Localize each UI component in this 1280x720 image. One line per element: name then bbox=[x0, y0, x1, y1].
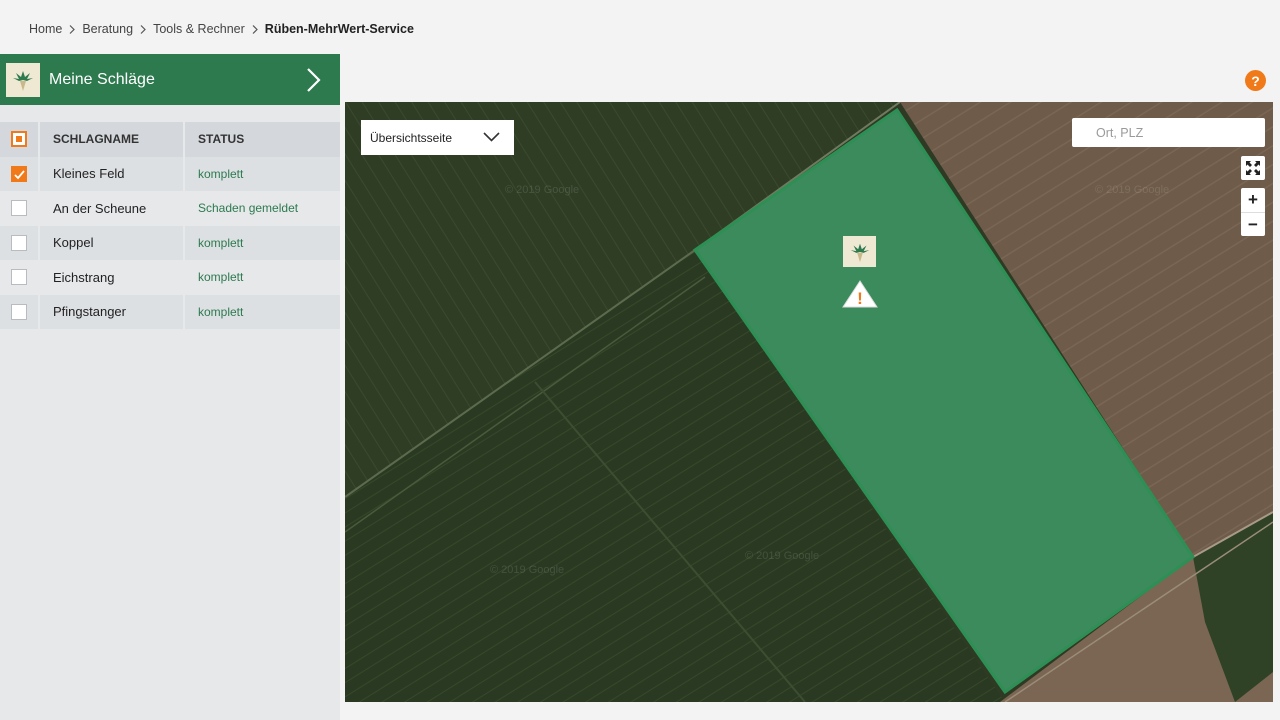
table-row[interactable]: An der Scheune Schaden gemeldet bbox=[0, 191, 340, 226]
field-status: komplett bbox=[198, 304, 244, 319]
warning-mark: ! bbox=[857, 289, 863, 308]
row-checkbox[interactable] bbox=[11, 269, 27, 286]
fields-table: SCHLAGNAME STATUS Kleines Feld komplett … bbox=[0, 122, 340, 329]
field-name: Koppel bbox=[40, 225, 185, 260]
warning-icon[interactable]: ! bbox=[841, 279, 879, 309]
table-row[interactable]: Kleines Feld komplett bbox=[0, 156, 340, 191]
sidebar-header: Meine Schläge bbox=[0, 54, 340, 105]
field-marker-icon[interactable] bbox=[843, 236, 876, 267]
select-all-checkbox[interactable] bbox=[11, 131, 27, 148]
beet-logo-icon bbox=[6, 62, 40, 97]
chevron-right-icon bbox=[140, 24, 146, 34]
column-header-name[interactable]: SCHLAGNAME bbox=[40, 122, 185, 157]
table-row[interactable]: Eichstrang komplett bbox=[0, 260, 340, 295]
breadcrumb-beratung[interactable]: Beratung bbox=[82, 22, 133, 36]
breadcrumb-tools[interactable]: Tools & Rechner bbox=[153, 22, 245, 36]
breadcrumb: Home Beratung Tools & Rechner Rüben-Mehr… bbox=[29, 22, 414, 36]
chevron-down-icon bbox=[483, 132, 500, 142]
fields-sidebar: Meine Schläge SCHLAGNAME STATUS Kleines … bbox=[0, 54, 340, 720]
fullscreen-icon bbox=[1246, 161, 1260, 175]
fullscreen-button[interactable] bbox=[1241, 156, 1265, 180]
help-icon[interactable]: ? bbox=[1245, 70, 1266, 91]
view-select-value: Übersichtsseite bbox=[370, 130, 453, 145]
location-search-input[interactable] bbox=[1072, 118, 1265, 147]
table-header: SCHLAGNAME STATUS bbox=[0, 122, 340, 157]
map-watermark: © 2019 Google bbox=[745, 550, 820, 562]
column-header-status[interactable]: STATUS bbox=[185, 122, 340, 157]
map-watermark: © 2019 Google bbox=[1095, 184, 1170, 196]
zoom-in-button[interactable]: + bbox=[1241, 188, 1265, 212]
chevron-right-icon bbox=[252, 24, 258, 34]
field-status: Schaden gemeldet bbox=[198, 201, 299, 216]
sidebar-title: Meine Schläge bbox=[49, 70, 155, 88]
row-checkbox[interactable] bbox=[11, 165, 27, 182]
satellite-map[interactable]: © 2019 Google © 2019 Google © 2019 Googl… bbox=[345, 102, 1273, 702]
row-checkbox[interactable] bbox=[11, 200, 27, 217]
field-status: komplett bbox=[198, 270, 244, 285]
field-name: Pfingstanger bbox=[40, 294, 185, 329]
breadcrumb-home[interactable]: Home bbox=[29, 22, 62, 36]
chevron-right-icon[interactable] bbox=[306, 67, 322, 93]
zoom-out-button[interactable]: − bbox=[1241, 212, 1265, 236]
field-name: Eichstrang bbox=[40, 260, 185, 295]
chevron-right-icon bbox=[69, 24, 76, 34]
map-watermark: © 2019 Google bbox=[505, 184, 580, 196]
row-checkbox[interactable] bbox=[11, 303, 27, 320]
field-status: komplett bbox=[198, 166, 244, 181]
row-checkbox[interactable] bbox=[11, 234, 27, 251]
map-watermark: © 2019 Google bbox=[490, 564, 565, 576]
table-row[interactable]: Pfingstanger komplett bbox=[0, 294, 340, 329]
field-name: An der Scheune bbox=[40, 191, 185, 226]
field-status: komplett bbox=[198, 235, 244, 250]
view-select-dropdown[interactable]: Übersichtsseite bbox=[361, 120, 514, 155]
breadcrumb-current: Rüben-MehrWert-Service bbox=[264, 22, 414, 36]
field-name: Kleines Feld bbox=[40, 156, 185, 191]
table-row[interactable]: Koppel komplett bbox=[0, 225, 340, 260]
